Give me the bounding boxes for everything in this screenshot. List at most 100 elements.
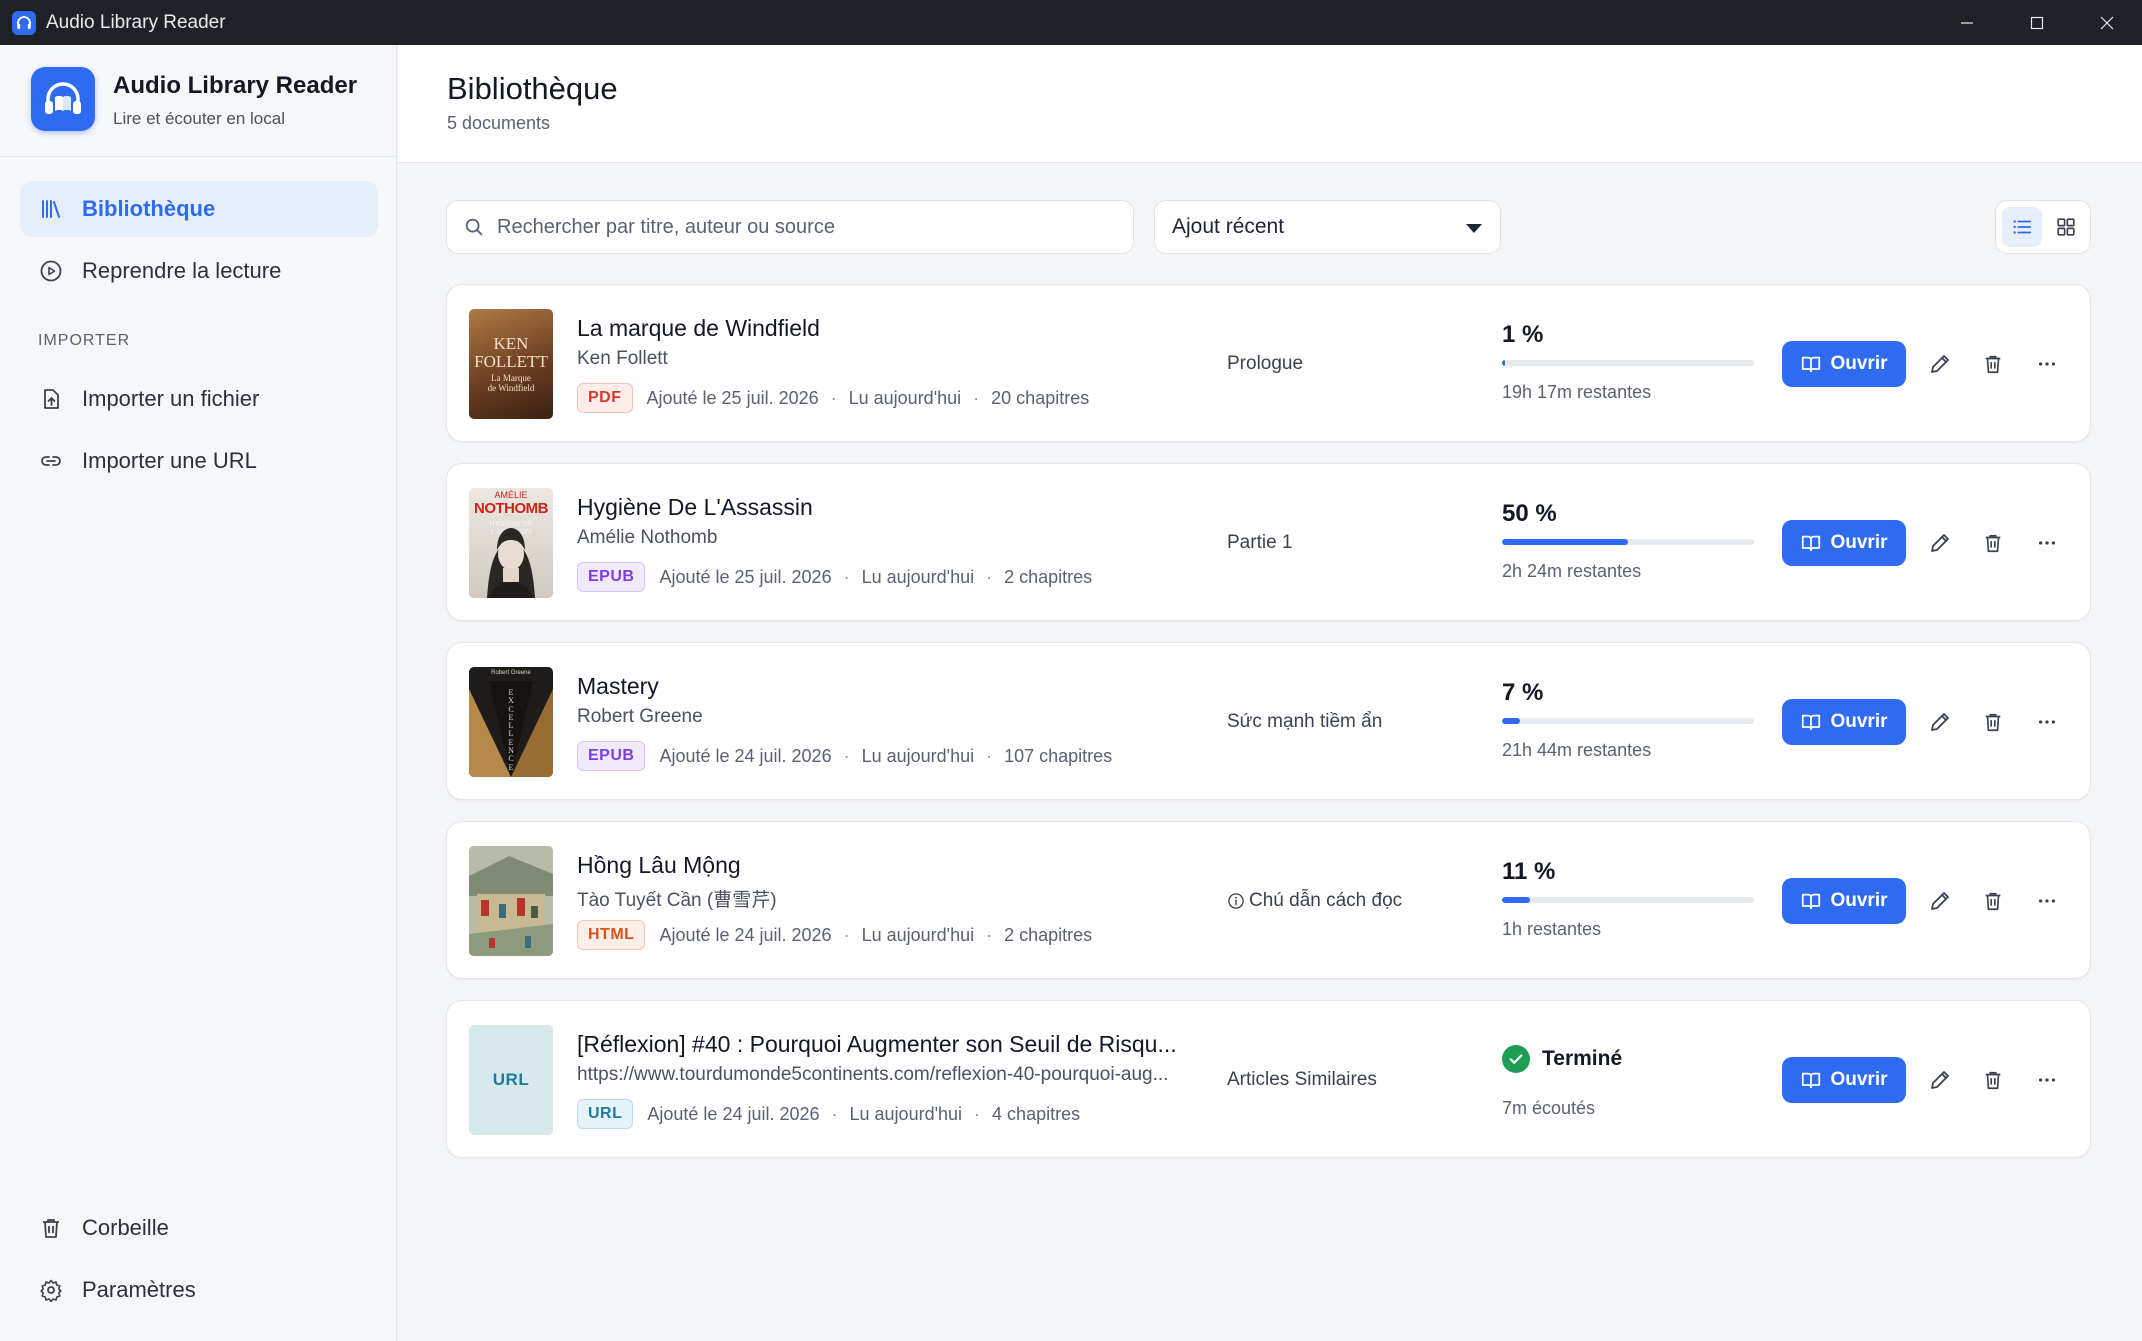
book-cover [469, 846, 553, 956]
nav-item-import-url[interactable]: Importer une URL [20, 433, 378, 489]
edit-button[interactable] [1922, 704, 1958, 740]
format-badge: EPUB [577, 562, 646, 592]
book-author: Ken Follett [577, 348, 668, 369]
sort-select[interactable]: Ajout récent [1154, 200, 1501, 254]
progress-fill [1502, 539, 1628, 545]
separator: · [831, 1103, 838, 1124]
progress-fill [1502, 897, 1530, 903]
more-options-button[interactable] [2029, 883, 2065, 919]
pencil-icon [1931, 892, 1949, 910]
delete-button[interactable] [1975, 346, 2011, 382]
edit-button[interactable] [1922, 883, 1958, 919]
play-circle-icon [38, 258, 64, 284]
book-open-icon [1802, 535, 1821, 552]
edit-button[interactable] [1922, 525, 1958, 561]
close-window-button[interactable] [2072, 0, 2142, 45]
nav-item-settings[interactable]: Paramètres [20, 1262, 378, 1318]
search-input[interactable]: Rechercher par titre, auteur ou source [446, 200, 1134, 254]
book-title: Mastery [577, 673, 659, 699]
last-read: Lu aujourd'hui [861, 924, 975, 945]
chapter-count: 107 chapitres [1004, 745, 1113, 766]
nav-item-import-file[interactable]: Importer un fichier [20, 371, 378, 427]
book-card[interactable]: Hồng Lâu Mộng Tào Tuyết Cần (曹雪芹) HTML A… [446, 821, 2091, 979]
more-options-button[interactable] [2029, 525, 2065, 561]
chapter-count: 2 chapitres [1004, 566, 1093, 587]
search-placeholder: Rechercher par titre, auteur ou source [497, 215, 835, 238]
more-options-button[interactable] [2029, 346, 2065, 382]
separator: · [986, 745, 993, 766]
current-chapter: Chú dẫn cách đọc [1227, 890, 1402, 912]
more-options-button[interactable] [2029, 704, 2065, 740]
pencil-icon [1931, 1071, 1949, 1089]
maximize-button[interactable] [2002, 0, 2072, 45]
separator: · [974, 1103, 981, 1124]
nav-item-label: Reprendre la lecture [82, 258, 282, 283]
time-remaining: 21h 44m restantes [1502, 740, 1652, 760]
minimize-button[interactable] [1932, 0, 2002, 45]
grid-view-button[interactable] [2046, 207, 2086, 247]
added-date: Ajouté le 24 juil. 2026 [659, 924, 832, 945]
format-badge: HTML [577, 920, 646, 950]
added-date: Ajouté le 25 juil. 2026 [646, 387, 819, 408]
delete-button[interactable] [1975, 704, 2011, 740]
progress-bar [1502, 897, 1754, 903]
pencil-icon [1931, 355, 1949, 373]
open-button[interactable]: Ouvrir [1782, 341, 1906, 387]
book-card[interactable]: KEN FOLLETT La Marque de Windfield La ma… [446, 284, 2091, 442]
current-chapter: Articles Similaires [1227, 1069, 1377, 1090]
nav-item-trash[interactable]: Corbeille [20, 1200, 378, 1256]
source-url: https://www.tourdumonde5continents.com/r… [577, 1064, 1169, 1085]
window-title: Audio Library Reader [46, 11, 226, 33]
book-card[interactable]: AMÉLIE NOTHOMB HYGIÈNE DE L'ASSASSIN Hyg… [446, 463, 2091, 621]
open-button[interactable]: Ouvrir [1782, 520, 1906, 566]
nav-item-label: Corbeille [82, 1215, 169, 1240]
book-title: La marque de Windfield [577, 315, 820, 341]
status-label: Terminé [1542, 1047, 1623, 1070]
book-author: Amélie Nothomb [577, 527, 718, 548]
open-button[interactable]: Ouvrir [1782, 878, 1906, 924]
book-author: Robert Greene [577, 706, 703, 727]
progress-percent: 11 % [1502, 858, 1556, 885]
chevron-down-icon [1466, 224, 1482, 233]
delete-button[interactable] [1975, 883, 2011, 919]
separator: · [986, 924, 993, 945]
book-card[interactable]: Robert Greene EXCELLENCE Mastery Robert … [446, 642, 2091, 800]
portrait-illustration [487, 528, 535, 598]
link-icon [38, 448, 64, 474]
page-title: Bibliothèque [447, 71, 618, 106]
sort-value: Ajout récent [1172, 215, 1285, 238]
info-icon [1228, 893, 1244, 909]
title-bar: Audio Library Reader [0, 0, 2142, 45]
cover-text: La Marque [491, 373, 531, 383]
nav-item-resume[interactable]: Reprendre la lecture [20, 243, 378, 299]
edit-button[interactable] [1922, 1062, 1958, 1098]
chapter-count: 20 chapitres [991, 387, 1090, 408]
edit-button[interactable] [1922, 346, 1958, 382]
search-icon [465, 218, 483, 236]
book-meta: URL Ajouté le 24 juil. 2026 · Lu aujourd… [577, 1099, 1080, 1129]
nav-item-library[interactable]: Bibliothèque [20, 181, 378, 237]
painting-illustration [469, 846, 553, 956]
chapter-count: 4 chapitres [992, 1103, 1081, 1124]
separator: · [843, 924, 850, 945]
trash-icon [1985, 713, 2001, 732]
brand: Audio Library Reader Lire et écouter en … [0, 45, 397, 157]
import-section-label: IMPORTER [38, 332, 131, 349]
delete-button[interactable] [1975, 525, 2011, 561]
separator: · [973, 387, 980, 408]
nav-item-label: Importer un fichier [82, 386, 260, 411]
url-cover: URL [469, 1025, 553, 1135]
delete-button[interactable] [1975, 1062, 2011, 1098]
open-button[interactable]: Ouvrir [1782, 1057, 1906, 1103]
time-listened: 7m écoutés [1502, 1098, 1596, 1118]
book-card[interactable]: URL [Réflexion] #40 : Pourquoi Augmenter… [446, 1000, 2091, 1158]
open-button[interactable]: Ouvrir [1782, 699, 1906, 745]
book-meta: HTML Ajouté le 24 juil. 2026 · Lu aujour… [577, 920, 1092, 950]
more-horizontal-icon [2038, 720, 2056, 724]
check-circle-icon [1502, 1045, 1530, 1073]
list-view-button[interactable] [2002, 207, 2042, 247]
cover-label: URL [492, 1070, 530, 1089]
more-options-button[interactable] [2029, 1062, 2065, 1098]
trash-icon [1985, 892, 2001, 911]
progress-percent: 1 % [1502, 321, 1544, 348]
